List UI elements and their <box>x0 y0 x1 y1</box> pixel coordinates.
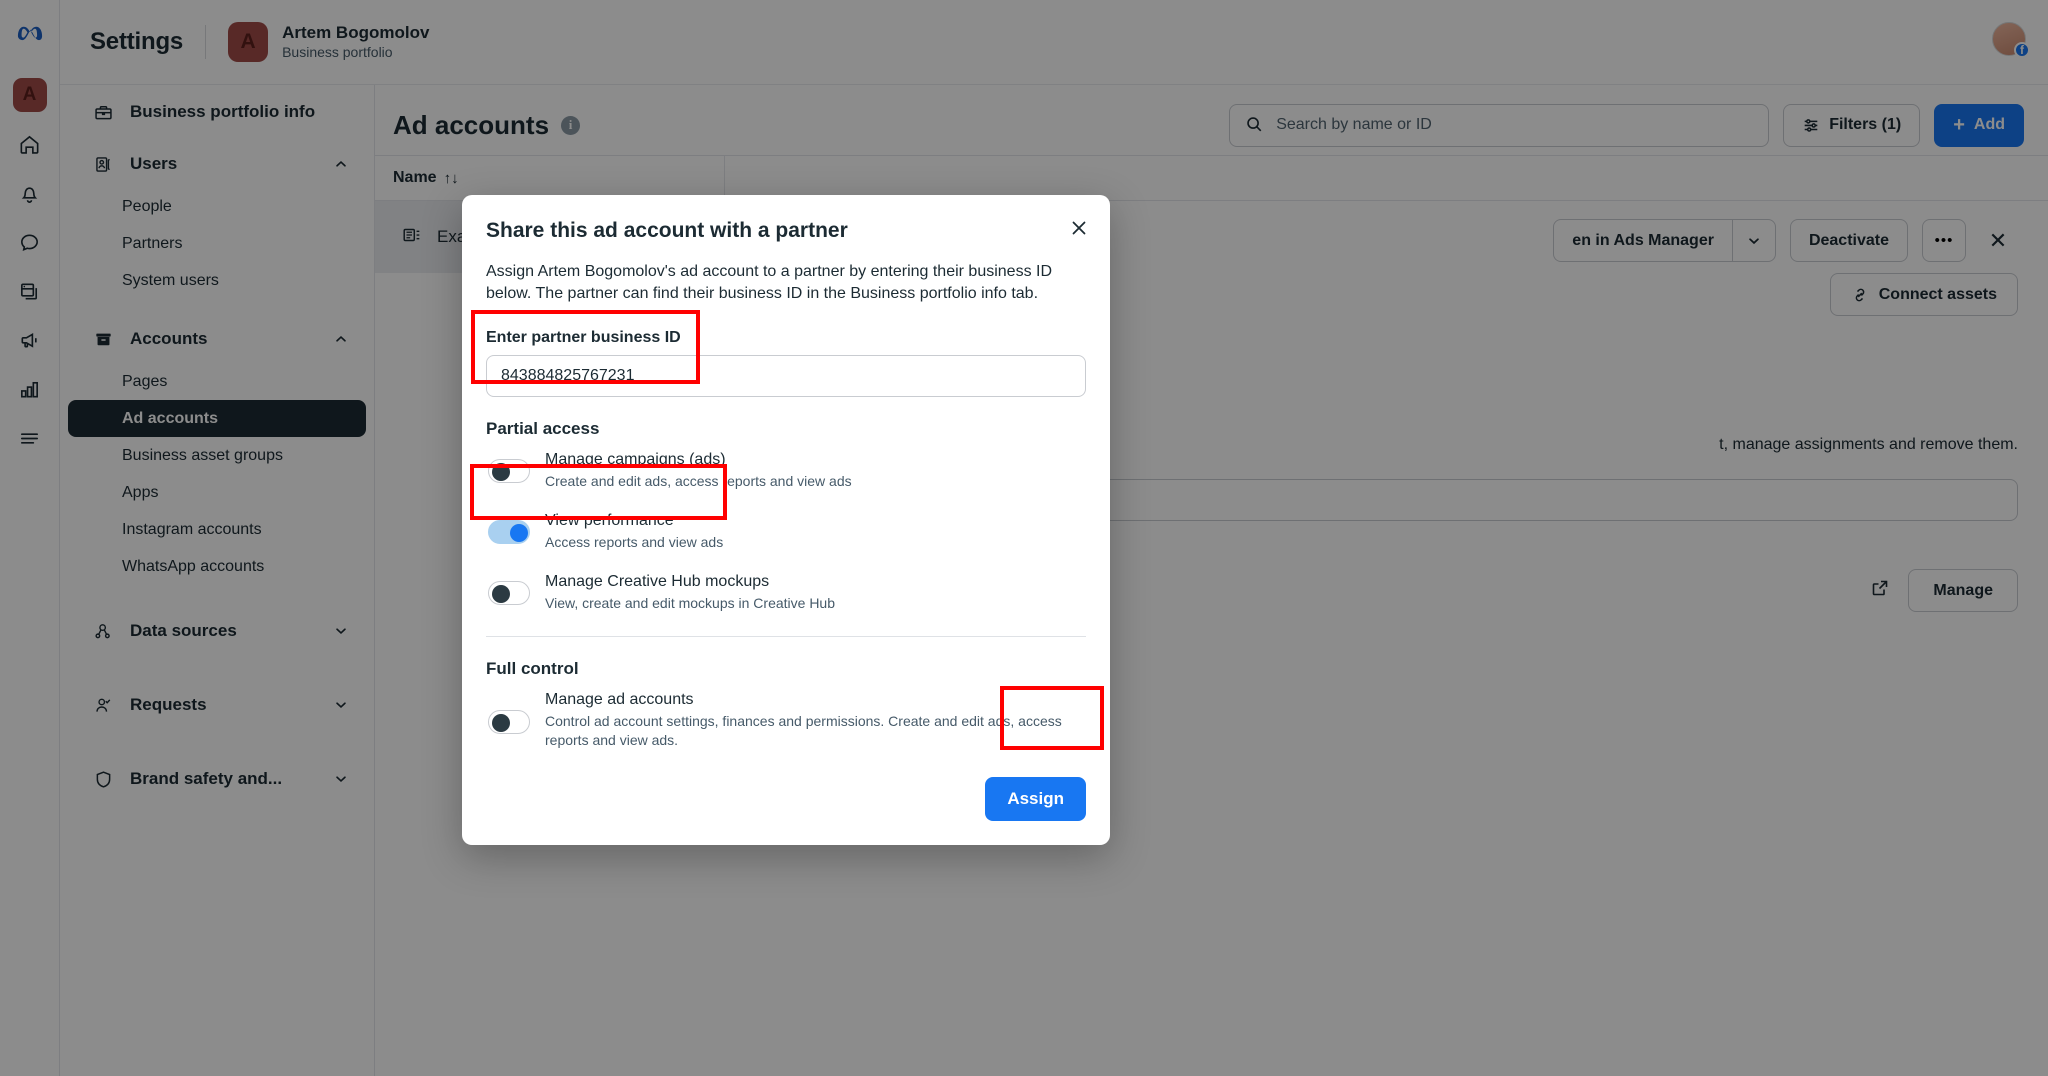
share-ad-account-modal: Share this ad account with a partner Ass… <box>462 195 1110 845</box>
permission-row-manage-campaigns[interactable]: Manage campaigns (ads) Create and edit a… <box>486 439 1086 500</box>
modal-close-button[interactable] <box>1066 215 1092 241</box>
modal-title: Share this ad account with a partner <box>486 219 848 242</box>
manage-campaigns-toggle[interactable] <box>488 459 530 483</box>
permission-title: Manage Creative Hub mockups <box>545 573 770 590</box>
modal-footer: Assign <box>486 759 1086 845</box>
permission-subtitle: Access reports and view ads <box>545 534 724 550</box>
permission-text: Manage ad accounts Control ad account se… <box>545 688 1086 750</box>
permission-subtitle: View, create and edit mockups in Creativ… <box>545 595 836 611</box>
full-control-heading: Full control <box>486 659 579 678</box>
permission-title: Manage ad accounts <box>545 691 694 708</box>
permission-title: View performance <box>545 512 674 529</box>
permission-text: Manage Creative Hub mockups View, create… <box>545 570 835 613</box>
manage-ad-accounts-toggle[interactable] <box>488 710 530 734</box>
permission-title: Manage campaigns (ads) <box>545 451 726 468</box>
toggle-knob <box>510 524 528 542</box>
partial-access-heading: Partial access <box>486 419 600 438</box>
permission-row-creative-hub[interactable]: Manage Creative Hub mockups View, create… <box>486 561 1086 622</box>
modal-section-divider <box>486 636 1086 637</box>
toggle-knob <box>492 463 510 481</box>
permission-text: View performance Access reports and view… <box>545 509 723 552</box>
business-id-input[interactable] <box>486 355 1086 397</box>
toggle-knob <box>492 714 510 732</box>
permission-row-view-performance[interactable]: View performance Access reports and view… <box>486 500 1086 561</box>
modal-description: Assign Artem Bogomolov's ad account to a… <box>486 263 1053 302</box>
toggle-knob <box>492 585 510 603</box>
manage-creative-hub-toggle[interactable] <box>488 581 530 605</box>
assign-button[interactable]: Assign <box>985 777 1086 821</box>
close-icon <box>1072 221 1086 235</box>
permission-text: Manage campaigns (ads) Create and edit a… <box>545 448 852 491</box>
permission-subtitle: Control ad account settings, finances an… <box>545 713 1062 748</box>
permission-row-manage-ad-accounts[interactable]: Manage ad accounts Control ad account se… <box>486 679 1086 759</box>
business-id-label: Enter partner business ID <box>486 329 681 346</box>
permission-subtitle: Create and edit ads, access reports and … <box>545 473 852 489</box>
view-performance-toggle[interactable] <box>488 520 530 544</box>
